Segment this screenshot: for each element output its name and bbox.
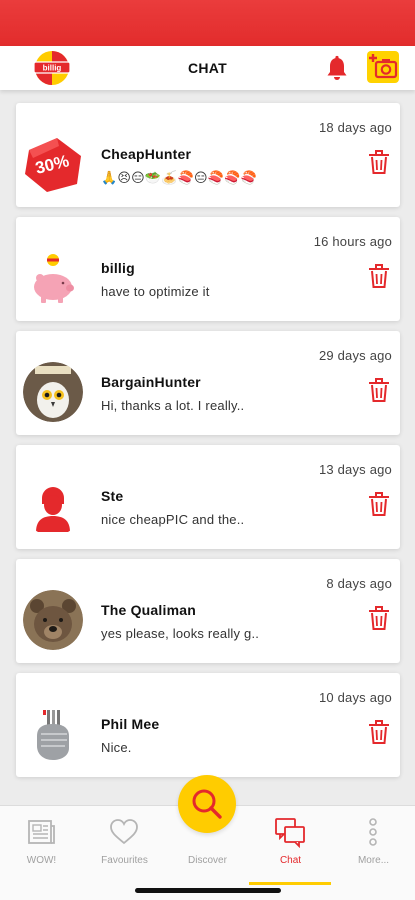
- bear-avatar: [23, 590, 83, 650]
- chat-time: 10 days ago: [318, 690, 392, 705]
- chat-name: Ste: [101, 488, 124, 504]
- search-icon: [192, 789, 222, 819]
- hand-with-pen-avatar: [23, 704, 83, 764]
- app-header: billig CHAT: [0, 46, 415, 90]
- piggy-bank-avatar: [23, 248, 83, 308]
- chat-preview: yes please, looks really g..: [101, 626, 260, 641]
- tab-chat[interactable]: Chat: [249, 806, 332, 886]
- trash-icon[interactable]: [368, 719, 390, 745]
- tab-favourites[interactable]: Favourites: [83, 806, 166, 886]
- chat-time: 13 days ago: [318, 462, 392, 477]
- trash-icon[interactable]: [368, 263, 390, 289]
- add-photo-button[interactable]: [367, 51, 399, 83]
- chat-preview: 🙏😣😑🥗🍝🍣😑🍣🍣🍣: [101, 170, 257, 185]
- chat-name: billig: [101, 260, 135, 276]
- bell-icon[interactable]: [323, 54, 351, 82]
- chat-preview: Nice.: [101, 740, 132, 755]
- tab-label: Favourites: [101, 855, 148, 866]
- newspaper-icon: [28, 820, 55, 844]
- owl-avatar: [23, 362, 83, 422]
- tab-label: Chat: [279, 855, 302, 866]
- chat-item-billig[interactable]: billig have to optimize it 16 hours ago: [16, 217, 400, 321]
- trash-icon[interactable]: [368, 149, 390, 175]
- chat-time: 29 days ago: [318, 348, 392, 363]
- active-tab-indicator: [249, 882, 331, 885]
- chat-item-cheaphunter[interactable]: 30% CheapHunter 🙏😣😑🥗🍝🍣😑🍣🍣🍣 18 days ago: [16, 103, 400, 207]
- chat-time: 8 days ago: [326, 576, 392, 591]
- status-bar: [0, 0, 415, 46]
- chat-name: CheapHunter: [101, 146, 192, 162]
- tab-label: WOW!: [26, 855, 57, 866]
- tab-more[interactable]: More...: [332, 806, 415, 886]
- tab-label: More...: [357, 855, 390, 866]
- chat-preview: Hi, thanks a lot. I really..: [101, 398, 245, 413]
- chat-time: 18 days ago: [318, 120, 392, 135]
- user-placeholder-avatar: [23, 476, 83, 536]
- chat-item-the-qualiman[interactable]: The Qualiman yes please, looks really g.…: [16, 559, 400, 663]
- chat-bubbles-icon: [275, 818, 305, 848]
- tab-wow[interactable]: WOW!: [0, 806, 83, 886]
- chat-time: 16 hours ago: [313, 234, 392, 249]
- avatar-cheaphunter: 30%: [25, 138, 81, 192]
- heart-icon: [110, 819, 138, 845]
- trash-icon[interactable]: [368, 377, 390, 403]
- chat-preview: nice cheapPIC and the..: [101, 512, 245, 527]
- home-indicator: [135, 888, 281, 893]
- tab-label: Discover: [188, 855, 227, 866]
- chat-preview: have to optimize it: [101, 284, 210, 299]
- chat-item-bargainhunter[interactable]: BargainHunter Hi, thanks a lot. I really…: [16, 331, 400, 435]
- page-title: CHAT: [187, 60, 228, 76]
- add-photo-camera-icon: [369, 54, 398, 79]
- chat-name: The Qualiman: [101, 602, 196, 618]
- discover-button[interactable]: [178, 775, 236, 833]
- more-dots-icon: [369, 818, 377, 846]
- trash-icon[interactable]: [368, 491, 390, 517]
- chat-item-ste[interactable]: Ste nice cheapPIC and the.. 13 days ago: [16, 445, 400, 549]
- chat-name: Phil Mee: [101, 716, 160, 732]
- chat-name: BargainHunter: [101, 374, 201, 390]
- trash-icon[interactable]: [368, 605, 390, 631]
- chat-item-phil-mee[interactable]: Phil Mee Nice. 10 days ago: [16, 673, 400, 777]
